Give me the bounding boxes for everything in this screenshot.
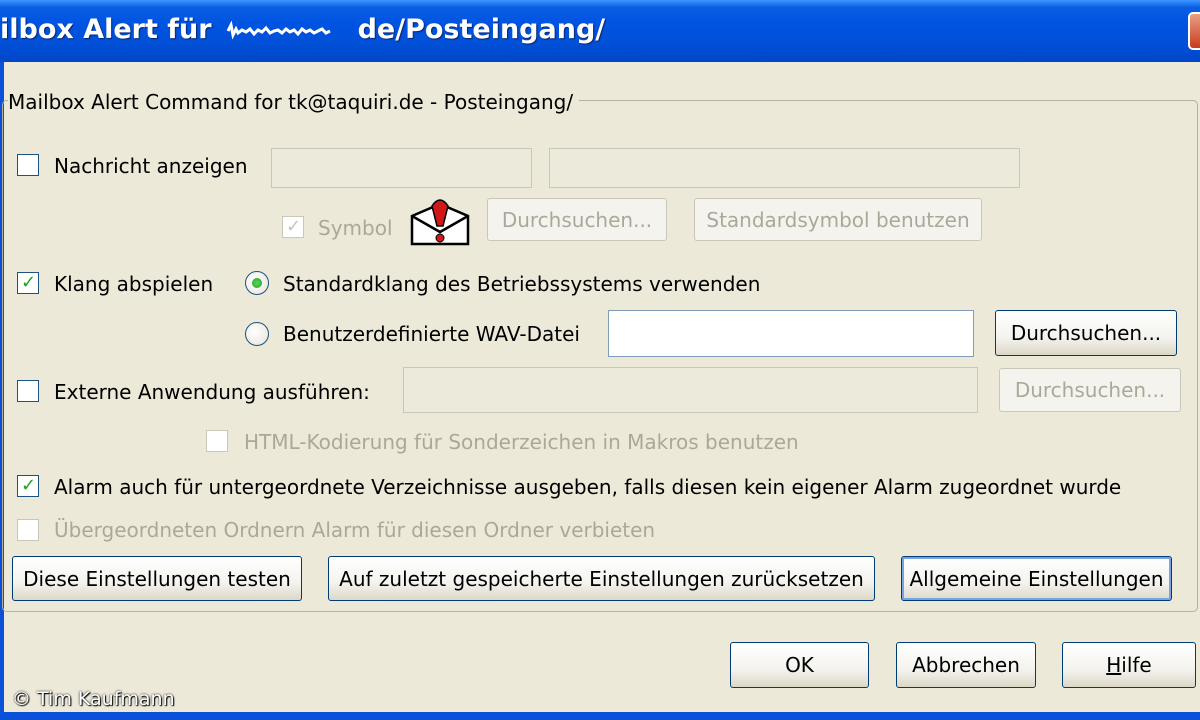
redacted-address — [226, 20, 336, 41]
radio-dot-icon — [252, 278, 262, 288]
wav-browse-button[interactable]: Durchsuchen... — [995, 310, 1177, 356]
general-settings-button[interactable]: Allgemeine Einstellungen — [901, 556, 1172, 601]
help-label-rest: ilfe — [1121, 653, 1152, 677]
message-field-2[interactable] — [549, 148, 1020, 188]
symbol-browse-button[interactable]: Durchsuchen... — [487, 198, 667, 241]
external-app-checkbox[interactable] — [17, 380, 39, 402]
help-button[interactable]: Hilfe — [1062, 642, 1196, 688]
external-app-input[interactable] — [403, 367, 978, 413]
group-legend: Mailbox Alert Command for tk@taquiri.de … — [8, 90, 580, 114]
radio-custom-wav[interactable] — [245, 322, 269, 346]
checkmark-icon: ✓ — [286, 216, 302, 237]
wav-file-input[interactable] — [608, 310, 974, 357]
radio-system-sound[interactable] — [245, 271, 269, 295]
system-sound-label[interactable]: Standardklang des Betriebssystems verwen… — [283, 274, 760, 294]
custom-wav-label[interactable]: Benutzerdefinierte WAV-Datei — [283, 324, 580, 344]
window-frame-bottom — [0, 712, 1200, 720]
play-sound-label[interactable]: Klang abspielen — [54, 274, 213, 294]
window-title-suffix: de/Posteingang/ — [357, 14, 606, 45]
test-settings-button[interactable]: Diese Einstellungen testen — [12, 556, 302, 601]
html-encoding-label[interactable]: HTML-Kodierung für Sonderzeichen in Makr… — [244, 432, 799, 452]
close-button[interactable] — [1188, 12, 1200, 50]
symbol-label[interactable]: Symbol — [318, 218, 393, 238]
subfolders-alarm-label[interactable]: Alarm auch für untergeordnete Verzeichni… — [54, 477, 1121, 497]
window-title-prefix: ilbox Alert für — [0, 14, 212, 45]
default-symbol-button[interactable]: Standardsymbol benutzen — [694, 198, 982, 241]
title-bar[interactable]: ilbox Alert für de/Posteingang/ — [0, 0, 1200, 62]
parent-alarm-label[interactable]: Übergeordneten Ordnern Alarm für diesen … — [54, 520, 655, 540]
window-title: ilbox Alert für de/Posteingang/ — [0, 14, 605, 45]
cancel-button[interactable]: Abbrechen — [896, 642, 1036, 688]
mail-alert-icon — [410, 199, 470, 246]
checkmark-icon: ✓ — [21, 272, 37, 293]
subfolders-alarm-checkbox[interactable]: ✓ — [17, 475, 39, 497]
checkmark-icon: ✓ — [21, 475, 37, 496]
show-message-checkbox[interactable] — [17, 154, 39, 176]
play-sound-checkbox[interactable]: ✓ — [17, 272, 39, 294]
parent-alarm-checkbox[interactable] — [17, 519, 39, 541]
symbol-checkbox[interactable]: ✓ — [282, 216, 304, 238]
html-encoding-checkbox[interactable] — [206, 430, 228, 452]
ok-button[interactable]: OK — [730, 642, 869, 688]
show-message-label[interactable]: Nachricht anzeigen — [54, 156, 248, 176]
message-field-1[interactable] — [271, 148, 532, 188]
help-mnemonic: H — [1106, 653, 1122, 677]
copyright-watermark: © Tim Kaufmann — [12, 688, 175, 710]
external-app-browse-button[interactable]: Durchsuchen... — [999, 368, 1181, 412]
external-app-label[interactable]: Externe Anwendung ausführen: — [54, 382, 370, 402]
reset-settings-button[interactable]: Auf zuletzt gespeicherte Einstellungen z… — [328, 556, 875, 601]
